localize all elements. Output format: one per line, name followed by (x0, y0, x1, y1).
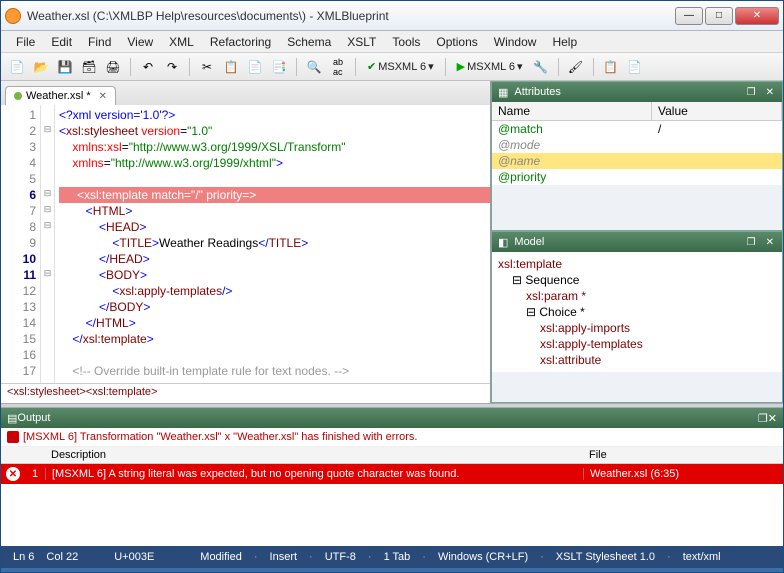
panel-dock-button[interactable]: ❐ (745, 87, 758, 98)
error-description: [MSXML 6] A string literal was expected,… (45, 468, 583, 480)
save-all-button[interactable]: 🗃 (79, 57, 99, 77)
menu-file[interactable]: File (9, 33, 42, 51)
menu-help[interactable]: Help (545, 33, 584, 51)
status-mime: text/xml (679, 551, 725, 563)
open-file-button[interactable]: 📂 (31, 57, 51, 77)
breadcrumb[interactable]: <xsl:stylesheet><xsl:template> (1, 383, 490, 403)
attr-row[interactable]: @mode (492, 137, 782, 153)
model-item[interactable]: xsl:apply-templates (498, 336, 776, 352)
copy-button[interactable]: 📋 (221, 57, 241, 77)
status-bar: Ln 6 Col 22 U+003E Modified· Insert· UTF… (1, 546, 783, 568)
validate-dropdown[interactable]: ✔MSXML 6 ▾ (363, 60, 438, 73)
menu-refactoring[interactable]: Refactoring (203, 33, 278, 51)
model-item[interactable]: xsl:template (498, 256, 776, 272)
save-button[interactable]: 💾 (55, 57, 75, 77)
undo-button[interactable]: ↶ (138, 57, 158, 77)
model-item[interactable]: xsl:apply-imports (498, 320, 776, 336)
code-editor[interactable]: 1234567891011121314151617 ⊟⊟⊟⊟⊟ <?xml ve… (1, 105, 490, 383)
panel-close-button[interactable]: ✕ (764, 237, 776, 248)
tab-label: Weather.xsl * (26, 90, 91, 102)
menu-tools[interactable]: Tools (385, 33, 427, 51)
maximize-button[interactable]: □ (705, 7, 733, 25)
output-icon: ▤ (7, 412, 17, 425)
status-codepoint: U+003E (110, 551, 158, 563)
error-badge-icon: ✕ (6, 467, 20, 481)
status-tab: 1 Tab (380, 551, 415, 563)
run-dropdown[interactable]: ▶MSXML 6 ▾ (453, 60, 527, 73)
error-icon (7, 431, 19, 443)
error-file: Weather.xsl (6:35) (583, 468, 783, 480)
status-doctype: XSLT Stylesheet 1.0 (552, 551, 659, 563)
model-item[interactable]: xsl:param * (498, 288, 776, 304)
attributes-icon: ▦ (498, 86, 508, 99)
delete-button[interactable]: 📑 (269, 57, 289, 77)
tab-strip: Weather.xsl * ✕ (1, 81, 490, 105)
output-panel: ▤ Output ❐ ✕ [MSXML 6] Transformation "W… (1, 408, 783, 546)
model-panel: ◧ Model ❐ ✕ xsl:template⊟ Sequencexsl:pa… (491, 231, 783, 403)
paste-button[interactable]: 📄 (245, 57, 265, 77)
panel-dock-button[interactable]: ❐ (745, 237, 758, 248)
model-item[interactable]: ⊟ Choice * (498, 304, 776, 320)
panel-close-button[interactable]: ✕ (764, 87, 776, 98)
output-header-desc[interactable]: Description (45, 447, 583, 463)
status-insert: Insert (266, 551, 302, 563)
menu-view[interactable]: View (120, 33, 160, 51)
toolbar: 📄 📂 💾 🗃 🖨 ↶ ↷ ✂ 📋 📄 📑 🔍 abac ✔MSXML 6 ▾ … (1, 53, 783, 81)
tab-close-icon[interactable]: ✕ (99, 91, 107, 102)
new-file-button[interactable]: 📄 (7, 57, 27, 77)
model-item[interactable]: xsl:attribute (498, 352, 776, 368)
menu-edit[interactable]: Edit (44, 33, 79, 51)
output-summary: [MSXML 6] Transformation "Weather.xsl" x… (23, 431, 417, 443)
error-number: 1 (25, 468, 45, 480)
find-button[interactable]: 🔍 (304, 57, 324, 77)
attr-row[interactable]: @name (492, 153, 782, 169)
attr-header-value[interactable]: Value (652, 102, 782, 120)
model-title: Model (514, 236, 544, 248)
tab-status-icon (14, 92, 22, 100)
right-panels: ▦ Attributes ❐ ✕ Name Value @match/@mode… (491, 81, 783, 403)
menu-options[interactable]: Options (429, 33, 484, 51)
attr-row[interactable]: @priority (492, 169, 782, 185)
tool-a-button[interactable]: 📋 (601, 57, 621, 77)
tab-weather-xsl[interactable]: Weather.xsl * ✕ (5, 86, 116, 105)
output-error-row[interactable]: ✕ 1 [MSXML 6] A string literal was expec… (1, 464, 783, 484)
menu-window[interactable]: Window (487, 33, 544, 51)
panel-dock-button[interactable]: ❐ (758, 412, 768, 425)
menu-xslt[interactable]: XSLT (340, 33, 383, 51)
replace-button[interactable]: abac (328, 57, 348, 77)
window-title: Weather.xsl (C:\XMLBP Help\resources\doc… (27, 9, 675, 23)
cut-button[interactable]: ✂ (197, 57, 217, 77)
print-button[interactable]: 🖨 (103, 57, 123, 77)
redo-button[interactable]: ↷ (162, 57, 182, 77)
status-encoding: UTF-8 (321, 551, 360, 563)
attributes-title: Attributes (514, 86, 560, 98)
menu-xml[interactable]: XML (162, 33, 201, 51)
main-area: Weather.xsl * ✕ 123456789101112131415161… (1, 81, 783, 403)
status-line: Ln 6 (9, 551, 38, 563)
model-icon: ◧ (498, 236, 508, 249)
attributes-panel: ▦ Attributes ❐ ✕ Name Value @match/@mode… (491, 81, 783, 231)
editor-pane: Weather.xsl * ✕ 123456789101112131415161… (1, 81, 491, 403)
minimize-button[interactable]: — (675, 7, 703, 25)
tool-b-button[interactable]: 📄 (625, 57, 645, 77)
menu-schema[interactable]: Schema (280, 33, 338, 51)
output-title: Output (17, 412, 50, 424)
attr-header-name[interactable]: Name (492, 102, 652, 120)
status-col: Col 22 (42, 551, 82, 563)
menu-bar: File Edit Find View XML Refactoring Sche… (1, 31, 783, 53)
panel-close-button[interactable]: ✕ (768, 412, 777, 425)
run-config-button[interactable]: 🔧 (531, 57, 551, 77)
app-icon (5, 8, 21, 24)
status-modified: Modified (196, 551, 246, 563)
output-header-file[interactable]: File (583, 447, 783, 463)
model-item[interactable]: ⊟ Sequence (498, 272, 776, 288)
close-button[interactable]: ✕ (735, 7, 779, 25)
attr-row[interactable]: @match/ (492, 121, 782, 137)
format-button[interactable]: 🖌 (566, 57, 586, 77)
title-bar: Weather.xsl (C:\XMLBP Help\resources\doc… (1, 1, 783, 31)
menu-find[interactable]: Find (81, 33, 118, 51)
status-eol: Windows (CR+LF) (434, 551, 532, 563)
